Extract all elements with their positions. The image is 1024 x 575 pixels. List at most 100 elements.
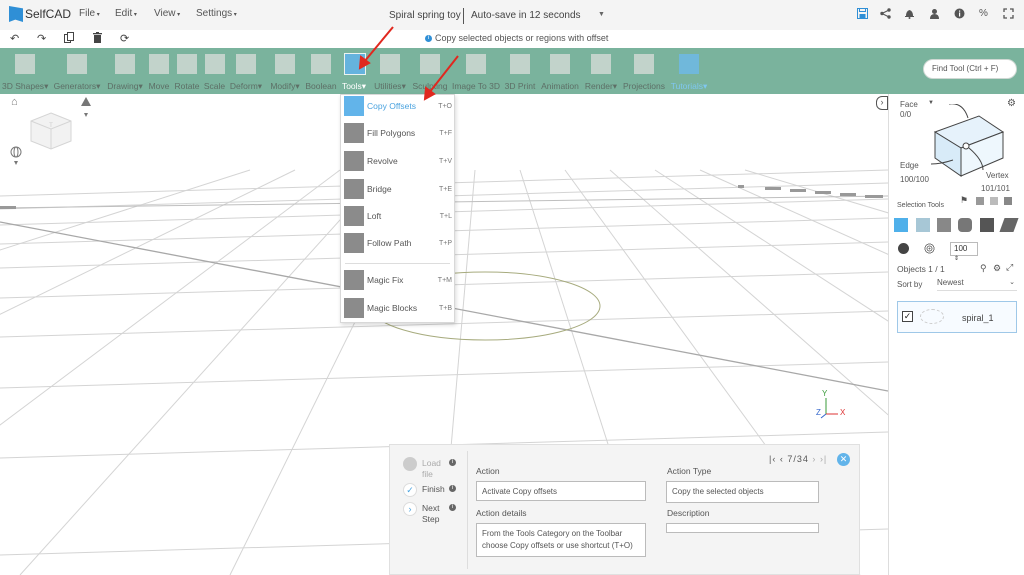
menu-item-magic-blocks[interactable]: Magic Blocks T+B xyxy=(341,297,454,319)
small-cube-icon[interactable] xyxy=(976,197,984,205)
prev-page-icon[interactable]: ‹ xyxy=(780,454,784,464)
tool-render[interactable]: Render▾ xyxy=(583,50,619,92)
top-menu-bar: SelfCAD File ▾ Edit ▾ View ▾ Settings ▾ … xyxy=(0,0,1024,30)
menu-edit[interactable]: Edit ▾ xyxy=(115,8,137,19)
menu-item-bridge[interactable]: Bridge T+E xyxy=(341,178,454,200)
search-icon[interactable]: ⚲ xyxy=(980,263,987,274)
axis-x-label: X xyxy=(840,408,846,417)
sort-by-select[interactable]: Newest ⌄ xyxy=(937,278,1017,291)
info-icon[interactable]: i xyxy=(449,459,456,466)
find-tool-input[interactable]: Find Tool (Ctrl + F) xyxy=(923,59,1017,79)
tool-deform[interactable]: Deform▾ xyxy=(228,50,264,92)
brush-size-input[interactable]: 100 ⇕ xyxy=(950,242,978,262)
close-tutorial-button[interactable]: ✕ xyxy=(837,453,850,466)
tool-3d-shapes[interactable]: 3D Shapes▾ xyxy=(2,50,48,92)
chevron-right-icon: › xyxy=(403,502,417,516)
action-field[interactable]: Activate Copy offsets xyxy=(476,481,646,501)
menu-settings[interactable]: Settings ▾ xyxy=(196,8,237,19)
tool-tutorials[interactable]: Tutorials▾ xyxy=(669,50,709,92)
chevron-down-icon: ⌄ xyxy=(1009,279,1015,286)
tool-image-to-3d[interactable]: Image To 3D xyxy=(451,50,501,92)
share-icon[interactable] xyxy=(880,8,891,22)
redo-icon[interactable]: ↷ xyxy=(37,32,46,45)
next-page-icon[interactable]: › xyxy=(812,454,816,464)
action-type-field[interactable]: Copy the selected objects xyxy=(666,481,819,503)
menu-item-revolve[interactable]: Revolve T+V xyxy=(341,150,454,172)
select-mesh-icon[interactable] xyxy=(916,218,930,232)
document-title[interactable]: Spiral spring toy xyxy=(389,10,461,21)
select-cube-icon[interactable] xyxy=(894,218,908,232)
undo-icon[interactable]: ↶ xyxy=(10,32,19,45)
info-icon[interactable] xyxy=(954,8,965,22)
percent-icon[interactable]: % xyxy=(979,8,988,19)
tool-animation[interactable]: Animation xyxy=(539,50,581,92)
selfcad-logo[interactable]: SelfCAD xyxy=(9,6,71,22)
object-list-item[interactable]: ✓ spiral_1 xyxy=(897,301,1017,333)
tutorial-divider xyxy=(467,451,468,569)
printer-icon xyxy=(510,54,530,74)
render-icon xyxy=(591,54,611,74)
trash-icon[interactable] xyxy=(93,32,102,46)
object-visibility-checkbox[interactable]: ✓ xyxy=(902,311,913,322)
tool-move[interactable]: Move xyxy=(146,50,172,92)
expand-list-icon[interactable]: ⤢ xyxy=(1006,262,1013,273)
first-page-icon[interactable]: |‹ xyxy=(769,454,776,464)
select-plane-icon[interactable] xyxy=(999,218,1019,232)
small-cube-solid-icon[interactable] xyxy=(1004,197,1012,205)
autosave-dropdown-icon[interactable]: ▼ xyxy=(598,11,605,18)
save-icon[interactable] xyxy=(857,8,868,22)
select-sphere-icon[interactable] xyxy=(958,218,972,232)
menu-item-follow-path[interactable]: Follow Path T+P xyxy=(341,232,454,254)
info-icon[interactable]: i xyxy=(449,485,456,492)
description-field[interactable] xyxy=(666,523,819,533)
home-icon[interactable]: ⌂ xyxy=(11,96,18,108)
action-details-field[interactable]: From the Tools Category on the Toolbar c… xyxy=(476,523,646,557)
refresh-icon[interactable]: ⟳ xyxy=(120,32,129,45)
collapse-panel-button[interactable]: › xyxy=(876,96,888,110)
face-count: 0/0 xyxy=(900,110,912,119)
object-name[interactable]: spiral_1 xyxy=(962,313,994,323)
brush-circle-icon[interactable] xyxy=(898,243,909,254)
tool-generators[interactable]: Generators▾ xyxy=(52,50,102,92)
follow-path-icon xyxy=(344,233,364,253)
tool-3d-print[interactable]: 3D Print xyxy=(503,50,537,92)
menu-item-copy-offsets[interactable]: Copy Offsets T+O xyxy=(341,95,454,117)
tool-sculpting[interactable]: Sculpting xyxy=(411,50,449,92)
objects-count: Objects 1 / 1 xyxy=(897,264,945,274)
projections-icon xyxy=(634,54,654,74)
select-box-icon[interactable] xyxy=(937,218,951,232)
menu-item-loft[interactable]: Loft T+L xyxy=(341,205,454,227)
axis-z-label: Z xyxy=(816,408,821,417)
tool-drawing[interactable]: Drawing▾ xyxy=(105,50,145,92)
tool-rotate[interactable]: Rotate xyxy=(173,50,201,92)
flag-icon[interactable]: ⚑ xyxy=(960,195,968,206)
menu-item-fill-polygons[interactable]: Fill Polygons T+F xyxy=(341,122,454,144)
select-solid-icon[interactable] xyxy=(980,218,994,232)
info-icon[interactable]: i xyxy=(449,504,456,511)
app-name: SelfCAD xyxy=(25,7,72,21)
face-label: Face xyxy=(900,100,918,109)
boolean-icon xyxy=(311,54,331,74)
last-page-icon[interactable]: ›| xyxy=(820,454,827,464)
expand-icon[interactable] xyxy=(1003,8,1014,22)
loft-icon xyxy=(344,206,364,226)
tool-projections[interactable]: Projections xyxy=(621,50,667,92)
axis-y-label: Y xyxy=(822,389,828,398)
menu-file[interactable]: File ▾ xyxy=(79,8,100,19)
scale-icon xyxy=(205,54,225,74)
tool-modify[interactable]: Modify▾ xyxy=(267,50,303,92)
menu-item-magic-fix[interactable]: Magic Fix T+M xyxy=(341,269,454,291)
small-cube-outline-icon[interactable] xyxy=(990,197,998,205)
bell-icon[interactable] xyxy=(904,8,915,22)
brush-pattern-icon[interactable] xyxy=(924,243,935,254)
tool-utilities[interactable]: Utilities▾ xyxy=(371,50,409,92)
deform-icon xyxy=(236,54,256,74)
user-icon[interactable] xyxy=(929,8,940,22)
tool-boolean[interactable]: Boolean xyxy=(304,50,338,92)
tool-scale[interactable]: Scale xyxy=(202,50,227,92)
menu-view[interactable]: View ▾ xyxy=(154,8,180,19)
object-thumbnail xyxy=(920,309,944,324)
tool-tools[interactable]: Tools▾ xyxy=(340,50,368,92)
settings-icon[interactable]: ⚙ xyxy=(993,263,1001,274)
copy-icon[interactable] xyxy=(64,32,74,46)
